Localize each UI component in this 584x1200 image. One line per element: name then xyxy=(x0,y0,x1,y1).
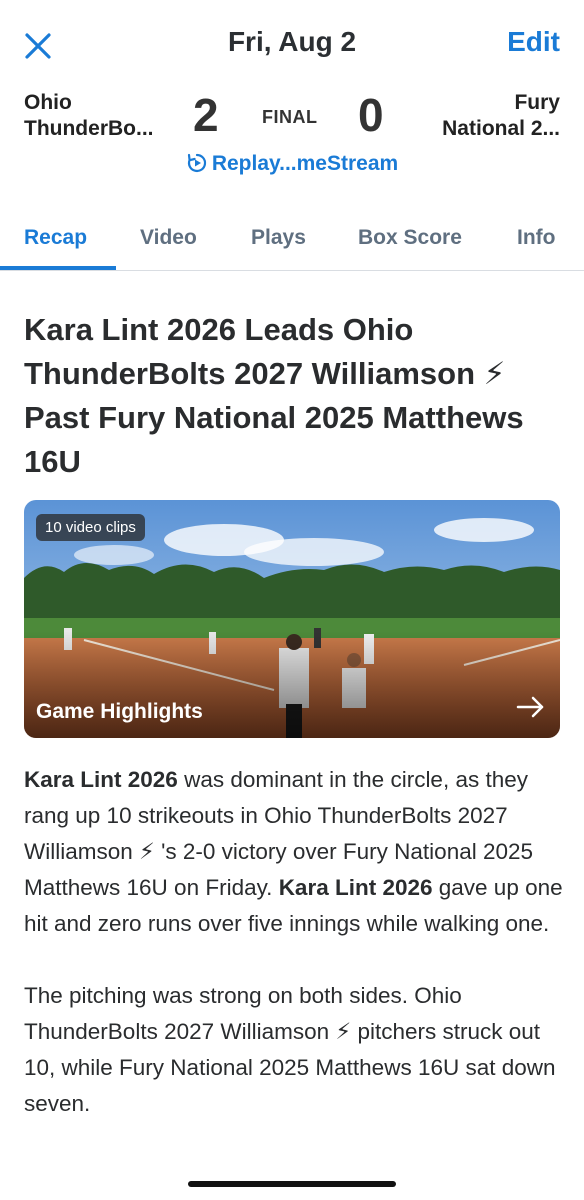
away-team-name[interactable]: Fury National 2... xyxy=(442,90,560,142)
tab-box-score[interactable]: Box Score xyxy=(358,226,462,250)
home-team-line2: ThunderBo... xyxy=(24,117,154,140)
replay-link[interactable]: Replay...meStream xyxy=(0,152,584,176)
recap-paragraph: The pitching was strong on both sides. O… xyxy=(24,983,556,1116)
home-indicator[interactable] xyxy=(188,1181,396,1187)
away-team-line1: Fury xyxy=(514,91,560,114)
tab-bar: Recap Video Plays Box Score Info xyxy=(0,212,584,271)
home-team-line1: Ohio xyxy=(24,91,72,114)
edit-button[interactable]: Edit xyxy=(507,26,560,58)
game-status: FINAL xyxy=(262,107,318,127)
home-score: 2 xyxy=(193,89,219,141)
away-team-line2: National 2... xyxy=(442,117,560,140)
active-tab-indicator xyxy=(0,266,116,270)
tab-info[interactable]: Info xyxy=(517,226,555,250)
home-team-name[interactable]: Ohio ThunderBo... xyxy=(24,90,154,142)
recap-headline: Kara Lint 2026 Leads Ohio ThunderBolts 2… xyxy=(24,312,524,479)
video-title: Game Highlights xyxy=(36,700,203,723)
game-date-title: Fri, Aug 2 xyxy=(227,26,357,57)
top-nav-bar: Fri, Aug 2 Edit xyxy=(0,0,584,88)
tab-video[interactable]: Video xyxy=(140,226,197,250)
tab-plays[interactable]: Plays xyxy=(251,226,306,250)
scoreboard: Ohio ThunderBo... 2 FINAL 0 Fury Nationa… xyxy=(0,88,584,188)
player-name: Kara Lint 2026 xyxy=(24,767,178,792)
recap-paragraph: Kara Lint 2026 was dominant in the circl… xyxy=(24,762,564,942)
recap-article: Kara Lint 2026 was dominant in the circl… xyxy=(24,762,564,1158)
arrow-right-icon[interactable] xyxy=(516,695,546,724)
video-clips-badge: 10 video clips xyxy=(36,514,145,541)
away-score: 0 xyxy=(358,89,384,141)
replay-label: Replay...meStream xyxy=(211,152,399,175)
tab-recap[interactable]: Recap xyxy=(24,226,87,250)
game-highlights-card[interactable]: 10 video clips Game Highlights xyxy=(24,500,560,738)
player-name: Kara Lint 2026 xyxy=(278,875,433,900)
replay-icon xyxy=(187,153,206,173)
